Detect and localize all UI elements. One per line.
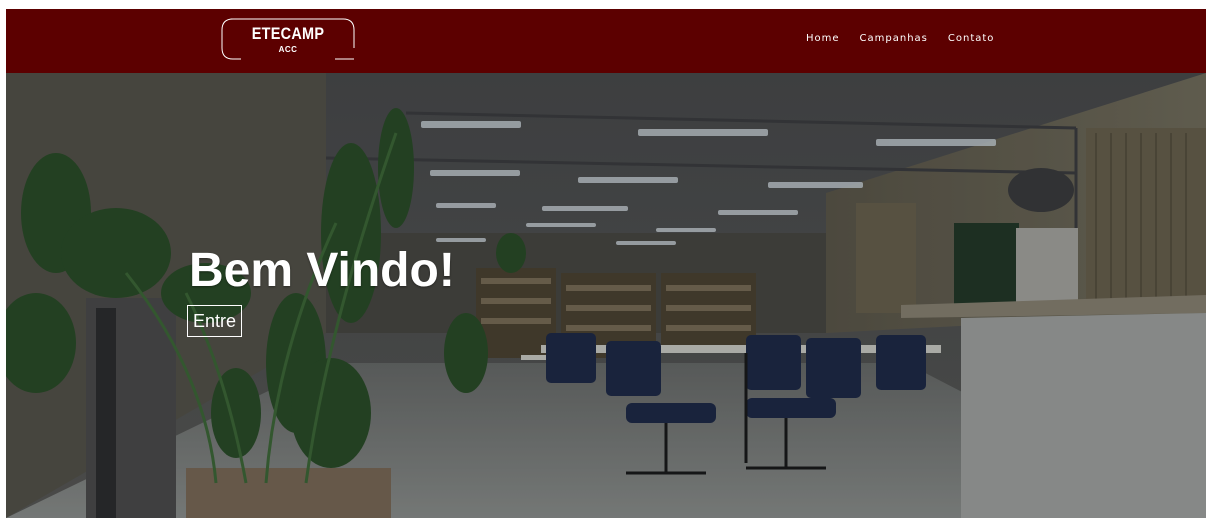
nav-link-contato[interactable]: Contato (948, 33, 995, 44)
nav-link-home[interactable]: Home (806, 33, 840, 44)
logo-title: ETECAMP (251, 24, 325, 43)
logo-subtitle: ACC (278, 45, 298, 54)
navbar: ETECAMP ACC Home Campanhas Contato (6, 9, 1206, 73)
page: ETECAMP ACC Home Campanhas Contato Bem V… (0, 0, 1206, 518)
library-background-image (6, 73, 1206, 518)
hero-title: Bem Vindo! (189, 244, 455, 297)
hero-banner: Bem Vindo! Entre (6, 73, 1206, 518)
enter-button[interactable]: Entre (187, 305, 243, 337)
nav-link-campanhas[interactable]: Campanhas (860, 33, 928, 44)
nav-menu: Home Campanhas Contato (806, 33, 994, 44)
site-logo[interactable]: ETECAMP ACC (221, 18, 355, 60)
